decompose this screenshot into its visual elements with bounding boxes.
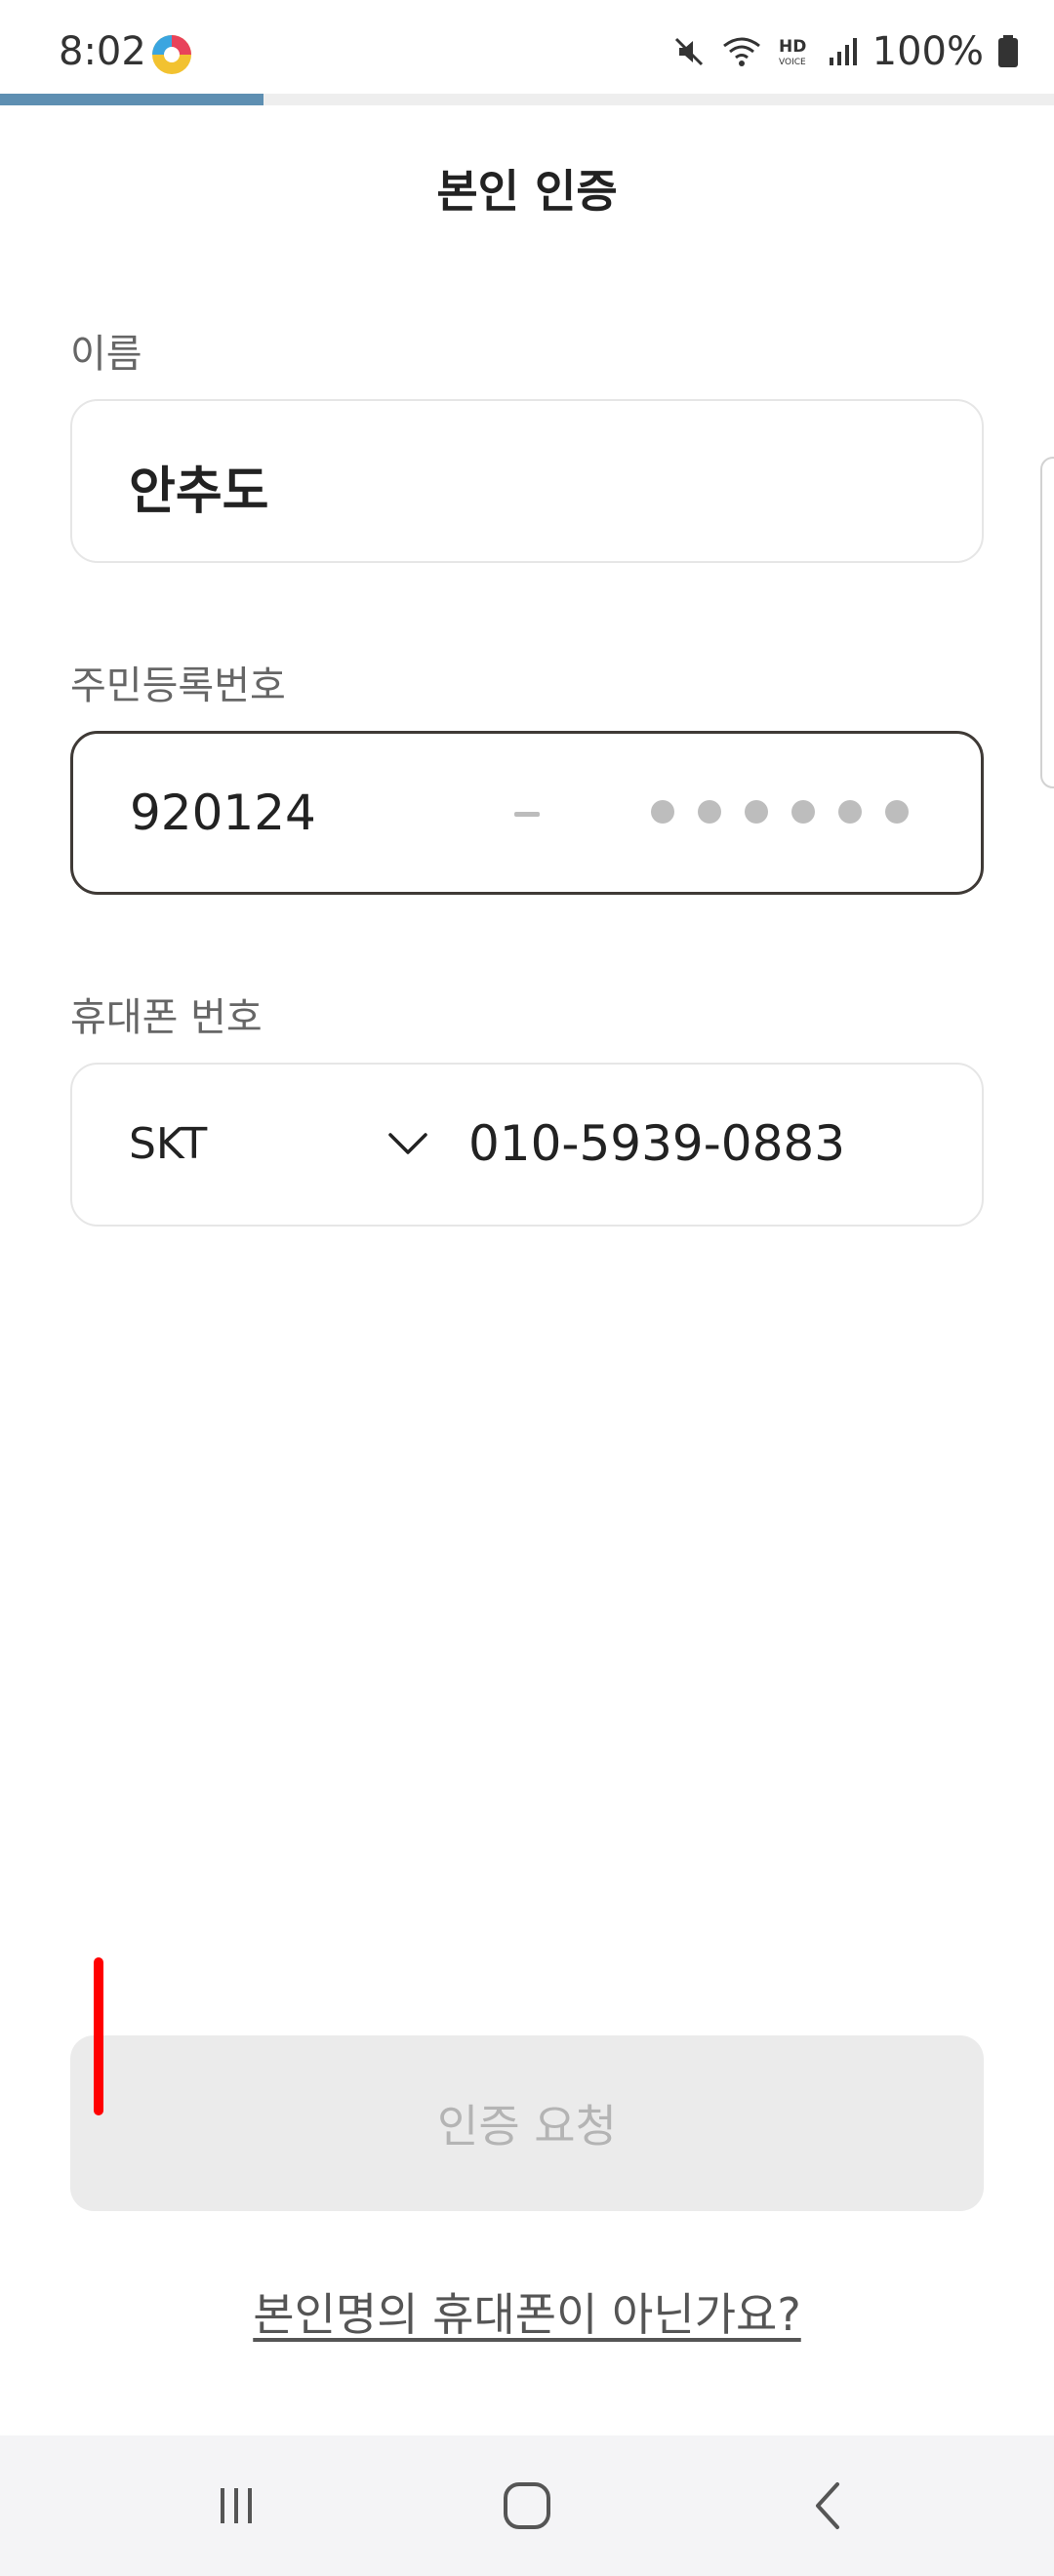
battery-icon xyxy=(998,35,1018,67)
mute-icon xyxy=(674,37,703,66)
identity-verification-screen: 8:02 HD VOICE 100% 본인 인증 이름 안추도 주민등록번호 9… xyxy=(0,0,1054,2576)
battery-percentage: 100% xyxy=(872,29,984,74)
rrn-separator xyxy=(514,812,540,817)
progress-bar xyxy=(0,94,1054,105)
carrier-select[interactable]: SKT xyxy=(129,1119,207,1169)
rrn-mask-dot xyxy=(745,800,768,824)
rrn-label: 주민등록번호 xyxy=(70,664,286,708)
recent-apps-button[interactable] xyxy=(197,2471,275,2541)
home-button[interactable] xyxy=(488,2471,566,2541)
red-marker xyxy=(94,1957,103,2115)
status-icons: HD VOICE 100% xyxy=(671,27,1019,76)
name-field[interactable]: 안추도 xyxy=(70,399,984,563)
back-icon xyxy=(816,2482,839,2529)
svg-text:VOICE: VOICE xyxy=(779,58,806,67)
recent-apps-icon xyxy=(221,2488,252,2523)
progress-fill xyxy=(0,94,264,105)
hd-voice-icon: HD VOICE xyxy=(779,37,806,67)
phone-field: SKT 010-5939-0883 xyxy=(70,1063,984,1227)
edge-panel-handle[interactable] xyxy=(1040,457,1054,788)
app-notification-icon xyxy=(152,35,191,74)
name-value: 안추도 xyxy=(129,463,269,521)
rrn-mask-dot xyxy=(651,800,674,824)
rrn-front-value: 920124 xyxy=(130,785,316,841)
rrn-mask-dot xyxy=(791,800,815,824)
page-title: 본인 인증 xyxy=(436,165,618,218)
name-label: 이름 xyxy=(70,332,142,377)
navigation-bar xyxy=(0,2435,1054,2576)
rrn-mask-dot xyxy=(698,800,721,824)
request-verification-button[interactable]: 인증 요청 xyxy=(70,2035,984,2211)
status-bar: 8:02 HD VOICE 100% xyxy=(0,0,1054,94)
svg-text:HD: HD xyxy=(779,37,806,57)
phone-label: 휴대폰 번호 xyxy=(70,995,263,1040)
rrn-masked-back[interactable] xyxy=(651,800,909,824)
rrn-mask-dot xyxy=(838,800,862,824)
signal-icon xyxy=(829,38,857,65)
back-button[interactable] xyxy=(789,2471,867,2541)
home-icon xyxy=(504,2482,550,2529)
wifi-icon xyxy=(722,37,760,66)
phone-number-input[interactable]: 010-5939-0883 xyxy=(468,1115,845,1172)
chevron-down-icon[interactable] xyxy=(386,1129,429,1158)
status-time: 8:02 xyxy=(59,29,146,74)
rrn-mask-dot xyxy=(885,800,909,824)
rrn-field[interactable]: 920124 xyxy=(70,731,984,895)
not-owner-phone-link[interactable]: 본인명의 휴대폰이 아닌가요? xyxy=(0,2279,1054,2344)
